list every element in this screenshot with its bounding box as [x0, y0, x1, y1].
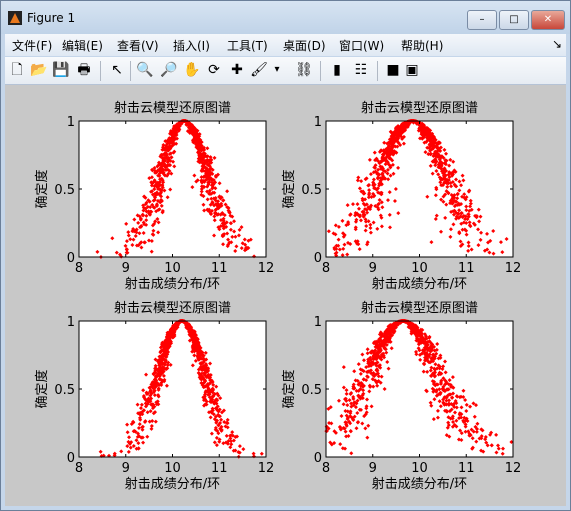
pan-icon[interactable]: ✋	[183, 61, 201, 79]
menu-bar: ↘ 文件(F) 编辑(E) 查看(V) 插入(I) 工具(T) 桌面(D) 窗口(W) 帮助(…	[5, 34, 566, 56]
window-title: Figure 1	[27, 11, 76, 25]
x-tick-label: 9	[369, 461, 377, 476]
x-tick-label: 11	[458, 461, 475, 476]
x-tick-label: 10	[164, 261, 181, 276]
x-tick-label: 11	[211, 261, 228, 276]
x-tick-label: 11	[211, 461, 228, 476]
x-tick-label: 10	[164, 461, 181, 476]
chart-title: 射击云模型还原图谱	[361, 300, 478, 316]
close-button[interactable]: ✕	[531, 10, 565, 30]
y-tick-label: 1	[314, 115, 322, 130]
print-icon[interactable]: 🖶	[75, 61, 93, 79]
link-icon[interactable]: ⛓	[295, 61, 313, 79]
x-axis-label: 射击成绩分布/环	[125, 476, 220, 492]
y-tick-label: 1	[67, 315, 75, 330]
y-tick-label: 1	[314, 315, 322, 330]
menu-item[interactable]: 查看(V)	[117, 37, 159, 54]
menu-item[interactable]: 帮助(H)	[401, 37, 443, 54]
plots-svg: 8 9 10 11 1200.51射击云模型还原图谱射击成绩分布/环确定度8 9 10 11 1…	[34, 100, 522, 492]
y-tick-label: 0	[314, 451, 322, 466]
y-tick-label: 0.5	[54, 183, 75, 198]
x-tick-label: 12	[505, 461, 522, 476]
x-tick-label: 9	[122, 461, 130, 476]
toolbar-separator	[100, 61, 101, 81]
toolbar-separator	[320, 61, 321, 81]
x-tick-label: 12	[258, 261, 275, 276]
toolbar: 🗋 📂 💾 🖶 ↖ 🔍 🔎 ✋ ⟳ ✚ 🖌 ▾ ⛓ ▮ ☷ ■ ▣	[5, 57, 566, 85]
legend-icon[interactable]: ☷	[352, 61, 370, 79]
axes-background	[326, 121, 513, 257]
data-cursor-icon[interactable]: ✚	[228, 61, 246, 79]
chart-title: 射击云模型还原图谱	[114, 300, 231, 316]
menu-item[interactable]: 工具(T)	[227, 37, 268, 54]
colorbar-icon[interactable]: ▮	[328, 61, 346, 79]
y-tick-label: 0.5	[54, 383, 75, 398]
rotate-icon[interactable]: ⟳	[205, 61, 223, 79]
zoom-in-icon[interactable]: 🔍	[136, 61, 154, 79]
x-tick-label: 9	[122, 261, 130, 276]
y-tick-label: 0.5	[301, 183, 322, 198]
x-tick-label: 8	[322, 461, 330, 476]
chart-title: 射击云模型还原图谱	[361, 100, 478, 116]
x-tick-label: 8	[75, 461, 83, 476]
x-tick-label: 10	[411, 461, 428, 476]
y-tick-label: 0	[67, 451, 75, 466]
y-axis-label: 确定度	[281, 169, 297, 208]
menu-item[interactable]: 编辑(E)	[62, 37, 103, 54]
toolbar-separator	[377, 61, 378, 81]
title-bar: Figure 1 – □ ✕	[1, 1, 570, 34]
open-folder-icon[interactable]: 📂	[30, 61, 48, 79]
chart-title: 射击云模型还原图谱	[114, 100, 231, 116]
save-icon[interactable]: 💾	[52, 61, 70, 79]
pointer-icon[interactable]: ↖	[108, 61, 126, 79]
show-plot-tools-icon[interactable]: ▣	[403, 61, 421, 79]
minimize-button[interactable]: –	[467, 10, 497, 30]
y-axis-label: 确定度	[34, 369, 50, 408]
x-tick-label: 9	[369, 261, 377, 276]
new-file-icon[interactable]: 🗋	[8, 61, 26, 79]
y-tick-label: 0.5	[301, 383, 322, 398]
y-tick-label: 0	[67, 251, 75, 266]
maximize-button[interactable]: □	[499, 10, 529, 30]
hide-plot-tools-icon[interactable]: ■	[384, 61, 402, 79]
brush-icon[interactable]: 🖌	[250, 61, 268, 79]
x-tick-label: 10	[411, 261, 428, 276]
y-tick-label: 0	[314, 251, 322, 266]
zoom-out-icon[interactable]: 🔎	[160, 61, 178, 79]
y-axis-label: 确定度	[281, 369, 297, 408]
x-tick-label: 11	[458, 261, 475, 276]
x-tick-label: 12	[258, 461, 275, 476]
x-axis-label: 射击成绩分布/环	[372, 476, 467, 492]
dropdown-icon[interactable]: ▾	[273, 61, 281, 79]
menu-item[interactable]: 插入(I)	[173, 37, 210, 54]
x-axis-label: 射击成绩分布/环	[125, 276, 220, 292]
x-axis-label: 射击成绩分布/环	[372, 276, 467, 292]
menu-item[interactable]: 文件(F)	[12, 37, 52, 54]
figure-canvas: 8 9 10 11 12 0 0.5 1 射击云模型还原图谱 射击成绩分布/环 确定度 8 9 10 11 1…	[5, 85, 566, 506]
x-tick-label: 8	[75, 261, 83, 276]
menu-item[interactable]: 桌面(D)	[283, 37, 326, 54]
y-tick-label: 1	[67, 115, 75, 130]
menu-item[interactable]: 窗口(W)	[339, 37, 384, 54]
x-tick-label: 12	[505, 261, 522, 276]
x-tick-label: 8	[322, 261, 330, 276]
menu-overflow-icon[interactable]: ↘	[552, 37, 562, 51]
matlab-logo-icon	[8, 11, 22, 25]
toolbar-separator	[130, 61, 131, 81]
figure-window: Figure 1 – □ ✕ ↘ 文件(F) 编辑(E) 查看(V) 插入(I) 工具(…	[0, 0, 571, 511]
y-axis-label: 确定度	[34, 169, 50, 208]
